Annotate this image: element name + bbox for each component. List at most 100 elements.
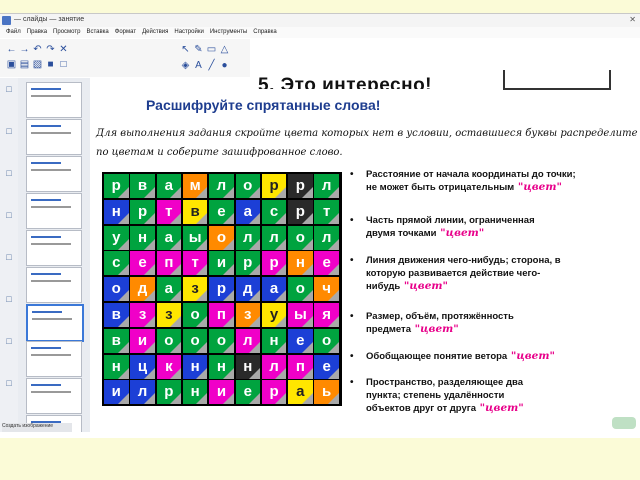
grid-cell: м [182,174,208,198]
bullet-icon: • [350,377,354,388]
grid-cell: о [288,277,313,302]
clue-line: которую развивается действие чего- [366,268,541,279]
text-icon[interactable]: A [193,60,204,71]
page-thumbnail[interactable]: дек 10 14:07 [26,341,82,385]
side-tab-icon[interactable]: □ [4,252,14,262]
grid-cell: л [209,174,234,198]
grid-letter: в [137,177,148,194]
thumb-line [31,236,61,238]
grid-cell: р [156,380,182,405]
side-tab-icon[interactable]: □ [4,126,14,136]
grid-letter: з [244,306,252,323]
grid-letter: р [137,202,148,220]
menu-item-6[interactable]: Настройки [174,29,203,35]
grid-letter: п [164,254,174,272]
menu-item-1[interactable]: Правка [27,29,47,35]
thumb-line [31,95,71,97]
forward-icon[interactable]: → [19,44,30,55]
side-tab-icon[interactable]: □ [4,378,14,388]
page-thumbnail[interactable]: дек 10 11:36 [26,304,84,349]
grid-letter: н [216,357,226,375]
page-thumbnail[interactable]: дек 10 11:58 [26,156,82,200]
grid-cell: р [130,199,155,224]
redo-icon[interactable]: ↷ [45,44,56,55]
clue-line: Размер, объём, протяжённость [366,311,514,322]
menu-item-2[interactable]: Просмотр [53,29,80,35]
delete-icon[interactable]: ✕ [58,44,69,55]
page-thumbnail[interactable]: дек 10 13:02 [26,230,82,274]
grid-letter: у [112,228,121,246]
menu-bar: Файл Правка Просмотр Вставка Формат Действия Н… [0,27,640,38]
folder-icon[interactable]: ■ [45,59,56,70]
undo-icon[interactable]: ↶ [32,44,43,55]
gallery-icon[interactable]: ▤ [19,59,30,70]
side-tab-icon[interactable]: □ [4,84,14,94]
grid-letter: н [111,202,121,220]
grid-letter: о [295,280,305,298]
color-placeholder: "цвет" [514,181,562,193]
clue-line: Обобщающее понятие ветора "цвет" [366,350,555,362]
grid-cell: о [209,328,234,353]
thumb-line [31,384,61,386]
grid-letter: н [295,254,305,272]
side-tab-icon[interactable]: □ [4,168,14,178]
grid-cell: о [235,174,260,198]
grid-cell: а [156,225,182,250]
menu-item-8[interactable]: Справка [253,29,277,35]
grid-cell: в [130,174,155,198]
add-page-icon[interactable]: □ [58,59,69,70]
capture-icon[interactable]: ▧ [32,59,43,70]
screen-icon[interactable]: ▣ [6,59,17,70]
grid-letter: е [217,202,226,220]
page-thumbnail[interactable] [26,378,82,414]
menu-item-0[interactable]: Файл [6,29,21,35]
next-page-button[interactable] [612,417,636,429]
page-thumbnail[interactable]: дек 10 12:48 [26,193,82,237]
grid-letter: ы [293,306,307,323]
window-title: — слайды — занятие [14,16,85,23]
eraser-icon[interactable]: ▭ [206,44,217,55]
color-placeholder: "цвет" [436,227,485,239]
back-icon[interactable]: ← [6,44,17,55]
title-bar: — слайды — занятие ✕ [0,14,640,27]
line-icon[interactable]: ╱ [206,60,217,71]
side-tab-icon[interactable]: □ [4,210,14,220]
page-thumbnail[interactable]: дек 10 10:42 [26,82,82,126]
slide-subtitle: Расшифруйте спрятанные слова! [146,97,381,113]
grid-cell: а [288,380,313,405]
grid-letter: а [243,202,252,220]
pen-icon[interactable]: ✎ [193,44,204,55]
color-icon[interactable]: ● [219,60,230,71]
color-placeholder: "цвет" [410,323,459,335]
side-tab-icon[interactable]: □ [4,336,14,346]
menu-item-5[interactable]: Действия [142,29,168,35]
menu-item-3[interactable]: Вставка [86,29,108,35]
grid-cell: п [156,251,182,276]
grid-letter: з [138,306,147,323]
grid-letter: е [138,254,147,272]
grid-cell: р [209,277,234,302]
grid-cell: с [104,251,129,276]
grid-letter: и [137,331,148,349]
shape-icon[interactable]: △ [219,44,230,55]
grid-cell: н [288,251,313,276]
select-icon[interactable]: ↖ [180,44,191,55]
close-icon[interactable]: ✕ [629,15,636,24]
grid-letter: л [321,228,332,246]
grid-cell: н [235,354,260,379]
create-image-button[interactable]: Создать изображение [2,423,72,432]
menu-item-7[interactable]: Инструменты [210,29,247,35]
page-thumbnail[interactable]: дек 10 10:43 [26,119,82,163]
grid-cell: в [104,328,129,353]
fill-icon[interactable]: ◈ [180,60,191,71]
side-tab-icon[interactable]: □ [4,294,14,304]
grid-letter: а [164,228,174,246]
page-thumbnail[interactable] [26,267,82,303]
answer-box [503,70,611,90]
thumb-line [31,88,61,90]
menu-item-4[interactable]: Формат [115,29,136,35]
color-placeholder: "цвет" [400,280,448,292]
clue-line: не может быть отрицательным "цвет" [366,181,562,193]
grid-letter: ы [188,228,202,246]
grid-letter: а [269,280,279,298]
